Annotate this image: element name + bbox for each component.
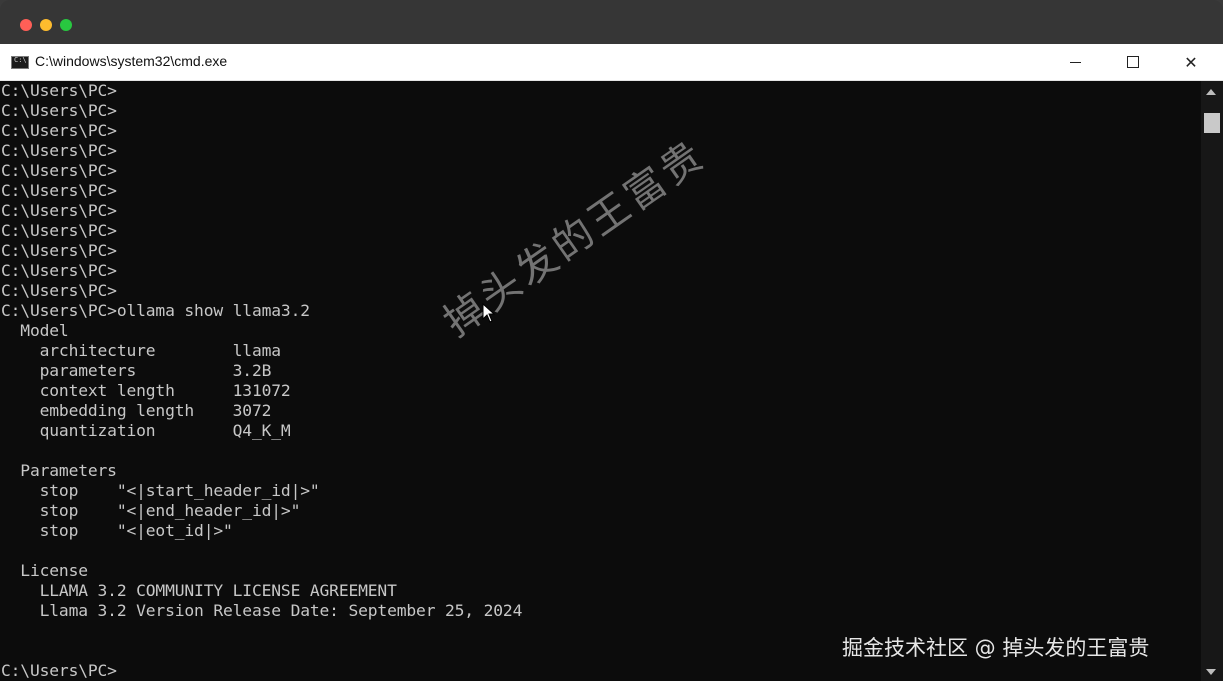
console-line: C:\Users\PC> (1, 161, 117, 180)
console-line: context length 131072 (1, 381, 291, 400)
zoom-traffic-light-button[interactable] (60, 19, 72, 31)
close-icon: ✕ (1184, 52, 1198, 72)
scroll-thumb[interactable] (1204, 113, 1220, 133)
vertical-scrollbar[interactable] (1201, 81, 1223, 681)
console-line: Parameters (1, 461, 117, 480)
console-line: quantization Q4_K_M (1, 421, 291, 440)
console-line: C:\Users\PC> (1, 101, 117, 120)
maximize-icon (1127, 56, 1139, 68)
console-line: Model (1, 321, 69, 340)
console-line: C:\Users\PC> (1, 121, 117, 140)
minimize-button[interactable] (1046, 44, 1104, 80)
console-line: architecture llama (1, 341, 281, 360)
cmd-icon: C:\ (11, 56, 29, 69)
console-line: LLAMA 3.2 COMMUNITY LICENSE AGREEMENT (1, 581, 397, 600)
console-line: embedding length 3072 (1, 401, 272, 420)
console-line: C:\Users\PC> (1, 241, 117, 260)
console-line: C:\Users\PC> (1, 81, 117, 100)
scroll-down-icon[interactable] (1206, 669, 1216, 675)
mouse-pointer-icon (482, 303, 496, 323)
console-output[interactable]: C:\Users\PC> C:\Users\PC> C:\Users\PC> C:\U… (0, 81, 1201, 681)
console-line: stop "<|start_header_id|>" (1, 481, 320, 500)
console-line: stop "<|eot_id|>" (1, 521, 233, 540)
console-line: License (1, 561, 88, 580)
window-title: C:\windows\system32\cmd.exe (35, 53, 228, 69)
close-traffic-light-button[interactable] (20, 19, 32, 31)
console-lines: C:\Users\PC> C:\Users\PC> C:\Users\PC> C:\U… (1, 81, 522, 681)
close-button[interactable]: ✕ (1162, 44, 1220, 80)
console-line: C:\Users\PC> (1, 221, 117, 240)
minimize-traffic-light-button[interactable] (40, 19, 52, 31)
console-line: parameters 3.2B (1, 361, 272, 380)
cmd-icon-label: C:\ (14, 56, 27, 64)
mac-title-bar (0, 0, 1223, 44)
console-line: C:\Users\PC> (1, 201, 117, 220)
window-title-bar: C:\ C:\windows\system32\cmd.exe ✕ (0, 44, 1223, 81)
console-line: C:\Users\PC> (1, 181, 117, 200)
credit-text: 掘金技术社区 @ 掉头发的王富贵 (842, 636, 1150, 660)
console-line: Llama 3.2 Version Release Date: Septembe… (1, 601, 523, 620)
minimize-icon (1069, 61, 1081, 63)
maximize-button[interactable] (1104, 44, 1162, 80)
console-line: C:\Users\PC> (1, 141, 117, 160)
console-line: C:\Users\PC> (1, 661, 117, 680)
console-line: C:\Users\PC> (1, 261, 117, 280)
scroll-up-icon[interactable] (1206, 89, 1216, 95)
console-line: stop "<|end_header_id|>" (1, 501, 301, 520)
